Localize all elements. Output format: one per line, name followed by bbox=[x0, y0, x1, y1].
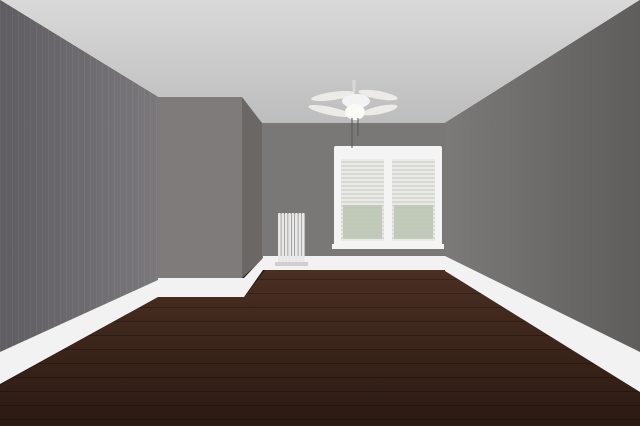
room-photo bbox=[0, 0, 640, 426]
radiator-fin bbox=[291, 213, 295, 265]
window-icon bbox=[332, 146, 444, 249]
radiator-fin bbox=[284, 213, 288, 265]
radiator-fin bbox=[301, 213, 305, 265]
alcove-wall bbox=[158, 97, 242, 282]
alcove-side-wall bbox=[242, 97, 262, 278]
radiator-base bbox=[275, 262, 308, 266]
baseboard-alcove bbox=[158, 278, 244, 297]
radiator-fin bbox=[298, 213, 302, 265]
room-illustration bbox=[0, 0, 640, 426]
radiator-fin bbox=[295, 213, 298, 265]
radiator-fin bbox=[281, 213, 285, 265]
radiator-fin bbox=[288, 213, 291, 265]
radiator-fin bbox=[278, 213, 281, 265]
